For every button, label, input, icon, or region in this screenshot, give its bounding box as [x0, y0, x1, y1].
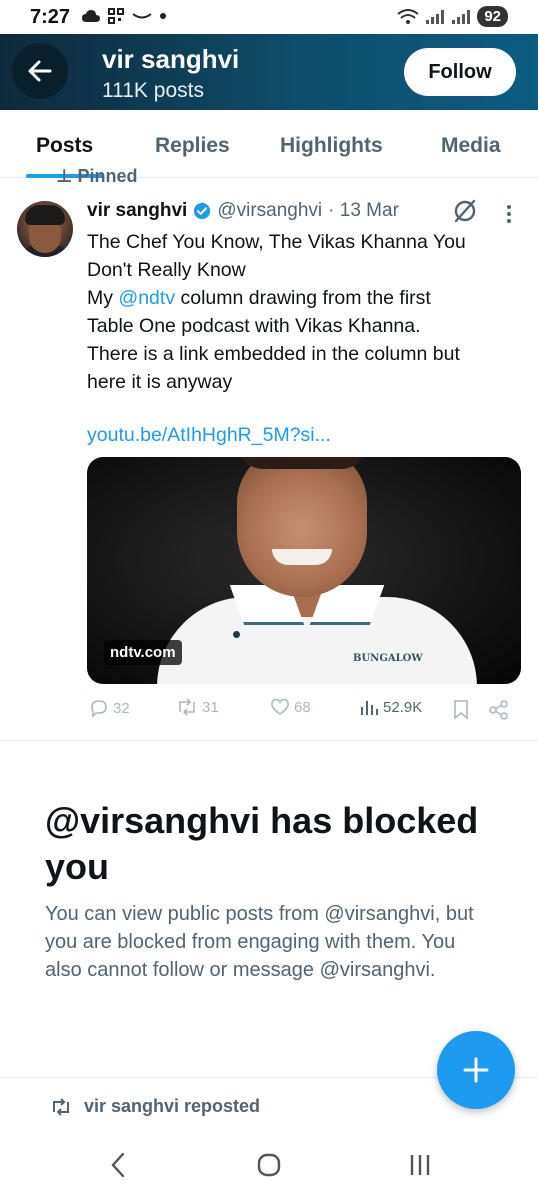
- like-count: 68: [294, 698, 311, 716]
- pinned-label: ⊥ Pinned: [56, 166, 137, 182]
- share-icon[interactable]: [488, 699, 510, 721]
- verified-badge-icon: [194, 202, 211, 220]
- tweet-line: here it is anyway: [87, 371, 233, 393]
- tweet-actions: 32 31 68 52.9K: [87, 698, 517, 724]
- compose-button[interactable]: [437, 1031, 515, 1109]
- tweet-author-name[interactable]: vir sanghvi: [87, 200, 187, 222]
- amazon-icon: [132, 13, 152, 19]
- follow-button[interactable]: Follow: [404, 48, 516, 96]
- tab-highlights[interactable]: Highlights: [280, 134, 383, 158]
- battery-indicator: 92: [477, 6, 508, 27]
- tab-replies[interactable]: Replies: [155, 134, 230, 158]
- wifi-icon: [397, 8, 419, 24]
- tweet-line-part: My: [87, 287, 119, 309]
- tweet-line: Table One podcast with Vikas Khanna.: [87, 315, 421, 337]
- tweet-line: There is a link embedded in the column b…: [87, 343, 460, 365]
- signal-icon: [426, 9, 445, 24]
- repost-count: 31: [202, 698, 219, 716]
- notification-icons: [82, 8, 166, 24]
- repost-notice[interactable]: vir sanghvi reposted: [50, 1096, 260, 1117]
- profile-header: vir sanghvi 111K posts Follow: [0, 34, 538, 110]
- tab-media[interactable]: Media: [441, 134, 501, 158]
- repost-notice-text: vir sanghvi reposted: [84, 1096, 261, 1116]
- reply-button[interactable]: 32: [89, 698, 130, 718]
- reply-count: 32: [113, 699, 130, 717]
- status-time: 7:27: [30, 6, 71, 28]
- post-count: 111K posts: [102, 79, 204, 102]
- profile-name: vir sanghvi: [102, 44, 240, 74]
- heart-icon: [271, 698, 289, 715]
- tweet-line: My @ndtv column drawing from the first: [87, 284, 517, 312]
- nav-home-icon[interactable]: [256, 1151, 282, 1179]
- coat-logo: BUNGALOW: [353, 653, 423, 664]
- repost-button[interactable]: 31: [176, 698, 219, 716]
- pinned-text: Pinned: [77, 166, 138, 182]
- views-chart-icon: [361, 701, 378, 715]
- signal-icon-2: [452, 9, 471, 24]
- reply-icon: [91, 700, 107, 718]
- status-bar: 7:27 92: [0, 0, 538, 34]
- tweet-header: vir sanghvi @virsanghvi · 13 Mar: [87, 200, 399, 222]
- nav-back-icon[interactable]: [108, 1151, 128, 1179]
- plus-icon: [463, 1057, 489, 1083]
- tweet-handle[interactable]: @virsanghvi: [217, 200, 322, 222]
- pin-icon: ⊥: [56, 166, 78, 182]
- tweet-line-part: column drawing from the first: [175, 287, 431, 309]
- system-nav-bar: [0, 1135, 538, 1199]
- dot-icon: [160, 13, 166, 19]
- views-count: 52.9K: [383, 698, 423, 716]
- cloud-icon: [82, 10, 100, 22]
- repost-icon: [53, 1097, 69, 1116]
- grok-icon[interactable]: [452, 198, 478, 224]
- nav-recents-icon[interactable]: [408, 1151, 432, 1179]
- tweet-url-link[interactable]: youtu.be/AtIhHghR_5M?si...: [87, 424, 331, 447]
- blocked-description: You can view public posts from @virsangh…: [45, 903, 474, 981]
- like-button[interactable]: 68: [270, 698, 311, 716]
- divider: [0, 740, 538, 741]
- qr-icon: [108, 8, 124, 24]
- tweet-line: Don't Really Know: [87, 259, 246, 281]
- mention-link[interactable]: @ndtv: [118, 287, 175, 309]
- avatar[interactable]: [17, 201, 73, 257]
- tweet-media-card[interactable]: BUNGALOW ndtv.com: [87, 457, 521, 684]
- bookmark-icon[interactable]: [453, 700, 469, 720]
- tweet-text: The Chef You Know, The Vikas Khanna You …: [87, 228, 517, 396]
- tweet-date[interactable]: · 13 Mar: [328, 200, 399, 222]
- media-source-badge: ndtv.com: [104, 640, 182, 665]
- more-options-icon[interactable]: [503, 203, 515, 225]
- system-icons: 92: [397, 6, 508, 27]
- repost-icon: [179, 698, 195, 716]
- blocked-title: @virsanghvi has blocked you: [45, 800, 479, 887]
- arrow-left-icon: [28, 60, 52, 82]
- tweet-line: The Chef You Know, The Vikas Khanna You: [87, 231, 466, 253]
- views-button[interactable]: 52.9K: [359, 698, 422, 716]
- back-button[interactable]: [12, 43, 68, 99]
- tab-posts[interactable]: Posts: [36, 134, 93, 158]
